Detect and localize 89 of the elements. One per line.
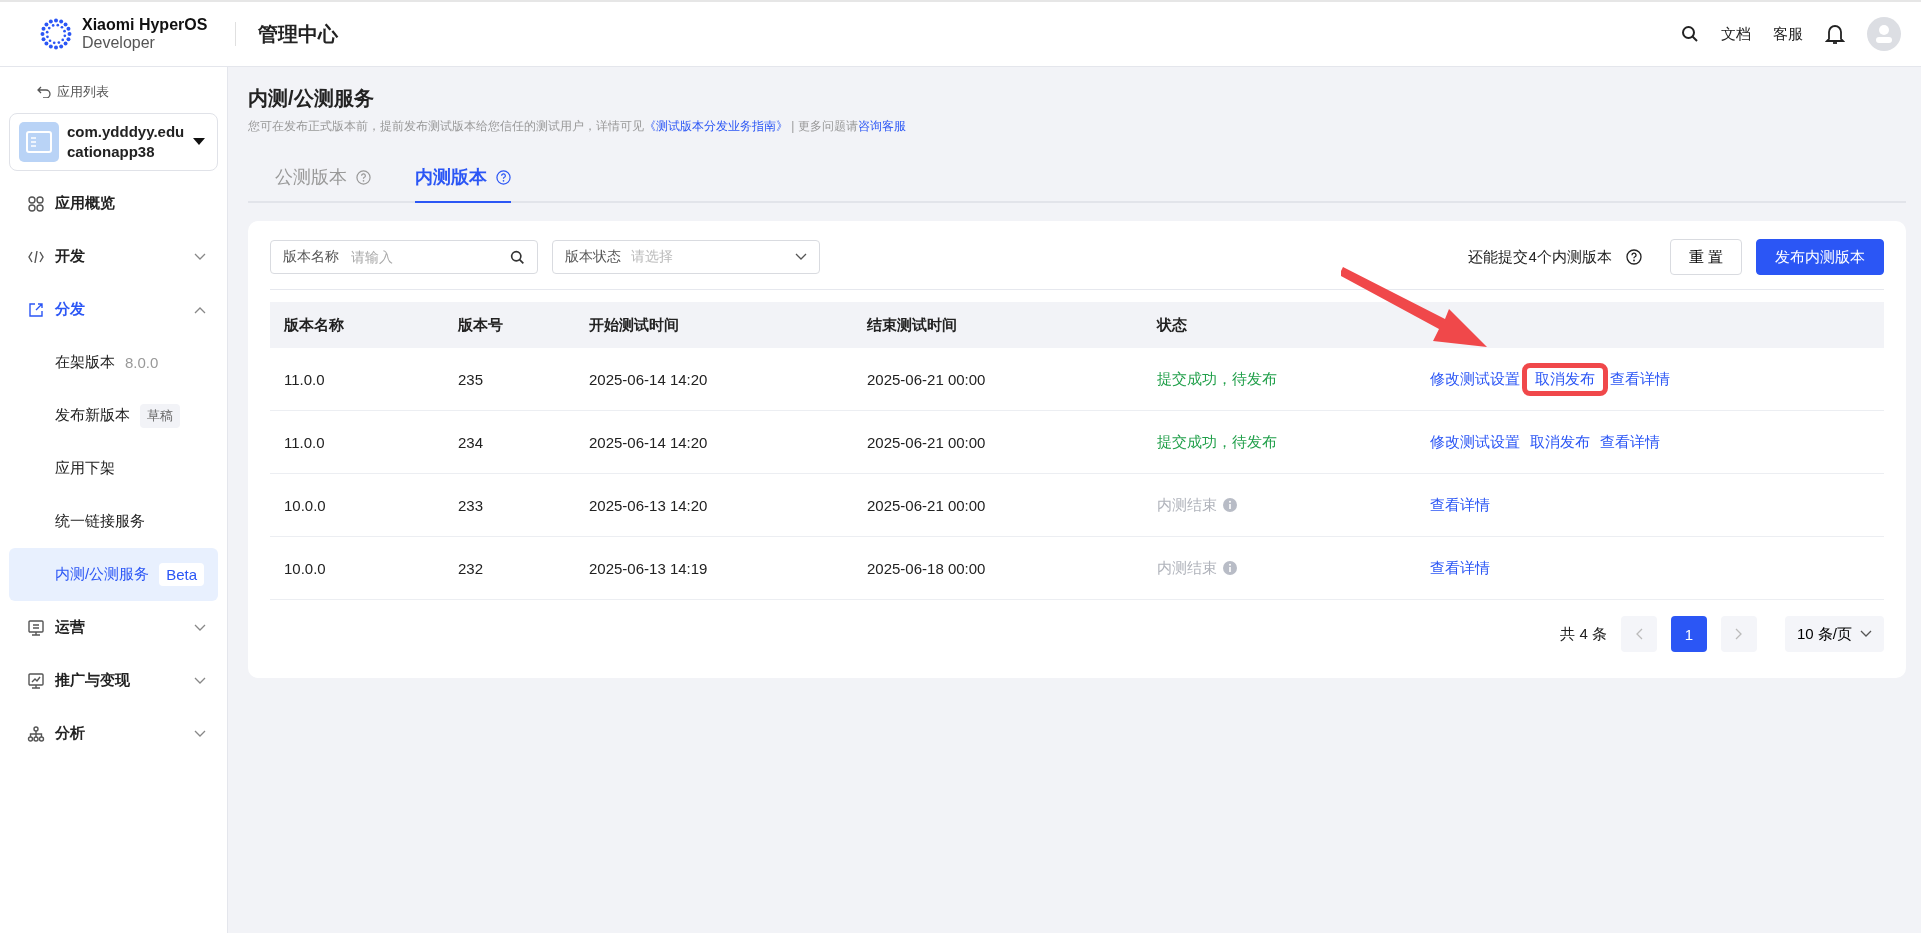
brand-name: Xiaomi HyperOS xyxy=(82,16,208,34)
next-page-button[interactable] xyxy=(1720,616,1757,652)
input-field[interactable]: 请输入 xyxy=(349,248,500,266)
table-cell-text: 2025-06-13 14:20 xyxy=(588,496,709,514)
nav-item[interactable]: 运营 xyxy=(9,601,218,654)
action-link[interactable]: 取消发布 xyxy=(1522,362,1608,396)
support-link[interactable]: 咨询客服 xyxy=(857,119,906,133)
column-header: 结束测试时间 xyxy=(866,315,958,335)
nav-item[interactable]: 分析 xyxy=(9,707,218,760)
guide-link[interactable]: 《测试版本分发业务指南》 xyxy=(644,119,788,133)
table-cell-text: 11.0.0 xyxy=(283,433,326,451)
table-cell-text: 2025-06-13 14:19 xyxy=(588,559,709,577)
action-link[interactable]: 查看详情 xyxy=(1600,428,1660,456)
promo-icon xyxy=(27,671,45,690)
column-header: 状态 xyxy=(1155,315,1188,335)
avatar-icon[interactable] xyxy=(1867,17,1901,51)
help-icon[interactable] xyxy=(1625,249,1642,265)
table-cell-text: 2025-06-21 00:00 xyxy=(866,496,987,514)
status-text: 内测结束 xyxy=(1157,558,1217,578)
status-text: 内测结束 xyxy=(1157,495,1217,515)
header-link[interactable]: 文档 xyxy=(1721,24,1751,44)
nav-subitem[interactable]: 发布新版本 草稿 xyxy=(9,389,218,442)
nav-subitem[interactable]: 内测/公测服务 Beta xyxy=(9,548,218,601)
publish-button[interactable]: 发布内测版本 xyxy=(1756,239,1884,275)
back-link[interactable]: 应用列表 xyxy=(9,81,218,103)
table-cell-text: 235 xyxy=(457,370,485,388)
table-cell-text: 11.0.0 xyxy=(283,370,326,388)
intro-text: 您可在发布正式版本前，提前发布测试版本给您信任的测试用户，详情可见《测试版本分发业务指南》 | 更多问题请咨询客服 xyxy=(248,118,907,135)
nav-subitem[interactable]: 统一链接服务 xyxy=(9,495,218,548)
tab[interactable]: 内测版本 xyxy=(415,153,511,203)
nav-item[interactable]: 推广与变现 xyxy=(9,654,218,707)
overview-icon xyxy=(27,194,45,213)
table-cell-text: 10.0.0 xyxy=(283,496,327,514)
search-icon xyxy=(510,249,525,265)
chevron-left-icon xyxy=(1634,628,1643,640)
page-button[interactable]: 1 xyxy=(1670,616,1707,652)
nav-item[interactable]: 分发 xyxy=(9,283,218,336)
table-cell-text: 233 xyxy=(457,496,485,514)
page-size-select[interactable]: 10 条/页 xyxy=(1784,616,1884,652)
status-text: 提交成功，待发布 xyxy=(1157,432,1277,452)
previous-page-button[interactable] xyxy=(1620,616,1657,652)
chevron-icon xyxy=(1860,630,1872,638)
version-name-field[interactable]: 版本名称 请输入 xyxy=(270,240,538,274)
status-text: 提交成功，待发布 xyxy=(1157,369,1277,389)
chevron-right-icon xyxy=(1734,628,1743,640)
help-icon xyxy=(496,169,511,185)
total-count: 共 4 条 xyxy=(1560,624,1607,644)
table-cell-text: 234 xyxy=(457,433,485,451)
table-cell-text: 2025-06-18 00:00 xyxy=(866,559,987,577)
table-cell-text: 2025-06-21 00:00 xyxy=(866,433,987,451)
quota-text: 还能提交4个内测版本 xyxy=(1468,247,1612,267)
table-cell-text: 2025-06-21 00:00 xyxy=(866,370,987,388)
help-icon xyxy=(356,169,371,185)
notification-icon[interactable] xyxy=(1825,23,1845,45)
column-header: 版本名称 xyxy=(283,315,345,335)
action-link[interactable]: 修改测试设置 xyxy=(1430,428,1520,456)
version-status-select[interactable]: 版本状态 请选择 xyxy=(552,240,820,274)
table-cell-text: 232 xyxy=(457,559,485,577)
column-header: 版本号 xyxy=(457,315,504,335)
chevron-icon xyxy=(795,253,807,261)
search-icon[interactable] xyxy=(1681,25,1699,43)
action-link[interactable]: 取消发布 xyxy=(1530,428,1590,456)
table-cell-text: 10.0.0 xyxy=(283,559,327,577)
app-selector[interactable]: com.ydddyy.educationapp38 xyxy=(9,113,218,171)
info-icon[interactable] xyxy=(1223,498,1237,512)
app-icon xyxy=(19,122,59,162)
action-link[interactable]: 查看详情 xyxy=(1610,365,1670,393)
back-arrow-icon xyxy=(37,86,51,98)
action-link[interactable]: 查看详情 xyxy=(1430,491,1490,519)
ops-icon xyxy=(27,618,45,637)
logo-icon xyxy=(38,16,74,52)
header-link[interactable]: 客服 xyxy=(1773,24,1803,44)
nav-subitem[interactable]: 应用下架 xyxy=(9,442,218,495)
page-title: 内测/公测服务 xyxy=(248,86,375,111)
column-header: 开始测试时间 xyxy=(588,315,680,335)
nav-subitem[interactable]: 在架版本 8.0.0 xyxy=(9,336,218,389)
brand-subtitle: Developer xyxy=(82,34,156,52)
console-title: 管理中心 xyxy=(258,21,339,47)
dropdown-triangle-icon xyxy=(193,138,205,146)
reset-button[interactable]: 重 置 xyxy=(1669,239,1742,275)
info-icon[interactable] xyxy=(1223,561,1237,575)
dist-icon xyxy=(27,300,45,319)
table-cell-text: 2025-06-14 14:20 xyxy=(588,433,709,451)
nav-item[interactable]: 开发 xyxy=(9,230,218,283)
action-link[interactable]: 查看详情 xyxy=(1430,554,1490,582)
nav-item[interactable]: 应用概览 xyxy=(9,177,218,230)
action-link[interactable]: 修改测试设置 xyxy=(1430,365,1520,393)
analysis-icon xyxy=(27,724,45,743)
table-cell-text: 2025-06-14 14:20 xyxy=(588,370,709,388)
